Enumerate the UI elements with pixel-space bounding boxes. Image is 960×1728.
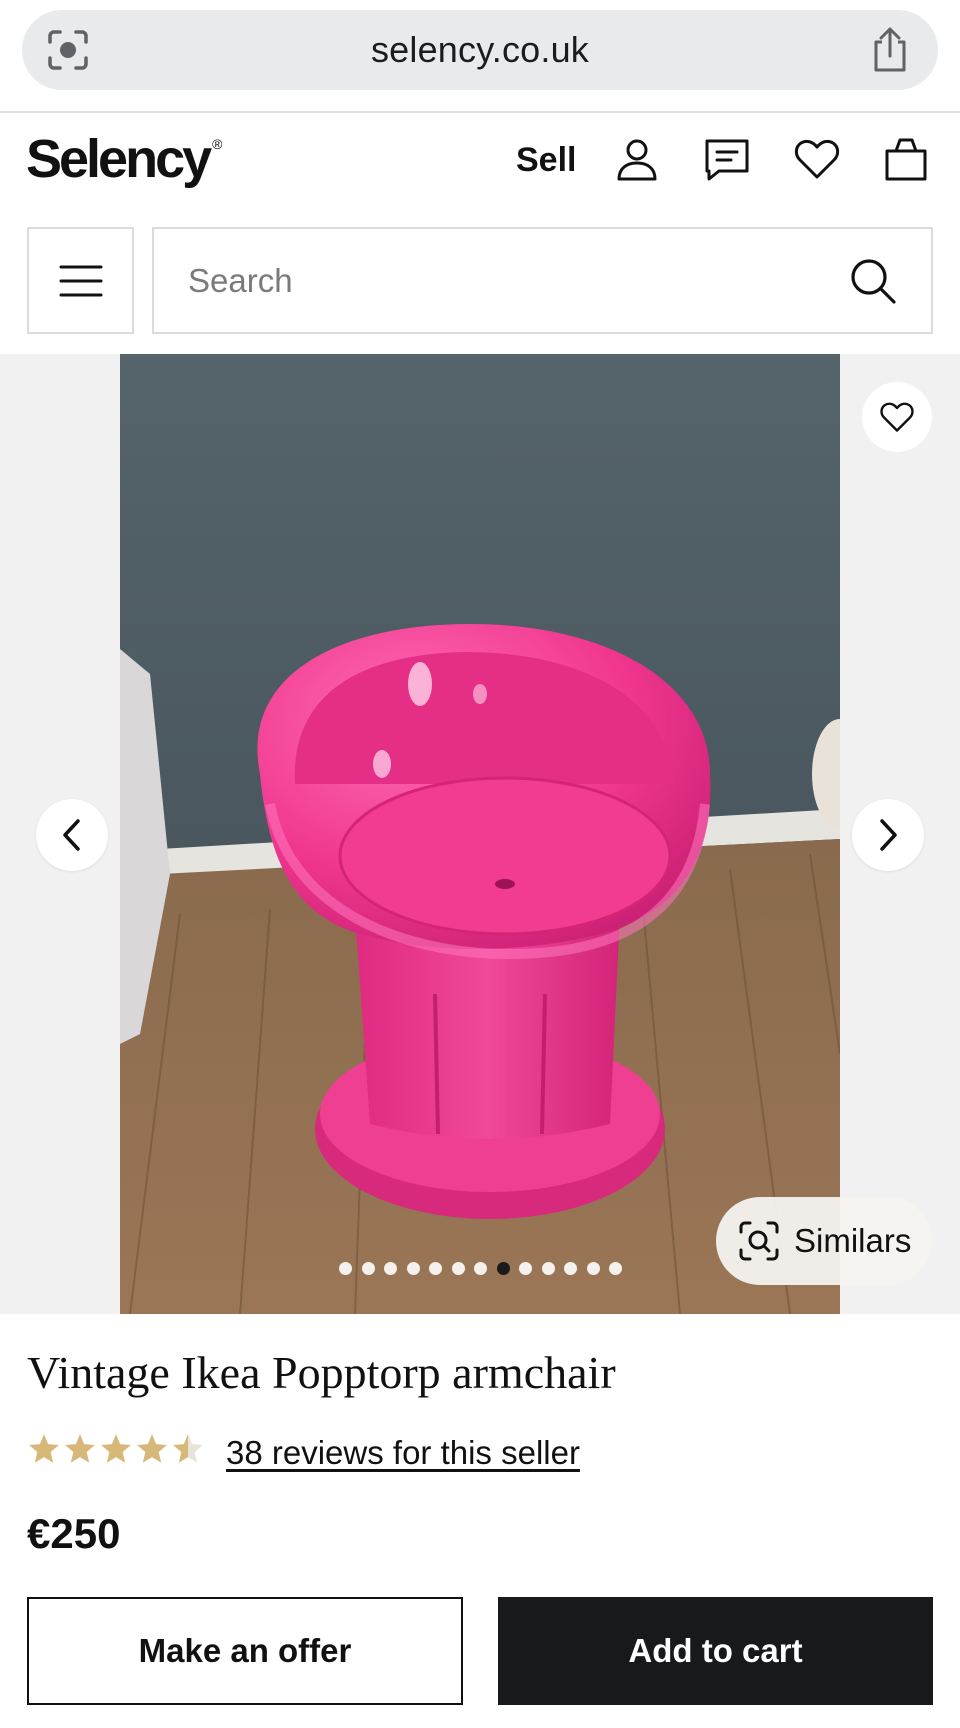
similars-button[interactable]: Similars [716, 1197, 932, 1285]
pagination-dot[interactable] [474, 1262, 487, 1275]
menu-button[interactable] [27, 227, 134, 334]
logo-text: Selency [26, 129, 212, 189]
product-gallery[interactable]: Similars [0, 354, 960, 1314]
product-title: Vintage Ikea Popptorp armchair [27, 1347, 616, 1398]
chevron-left-icon [63, 819, 80, 851]
visual-search-icon[interactable] [46, 28, 90, 72]
visual-search-icon [739, 1221, 779, 1261]
star-icon [29, 1434, 59, 1463]
share-icon[interactable] [868, 26, 912, 74]
header-divider [0, 111, 960, 113]
pagination-dot[interactable] [451, 1262, 465, 1275]
pagination-dot[interactable] [541, 1262, 555, 1275]
pagination-dot[interactable] [361, 1262, 375, 1275]
browser-url-bar[interactable]: selency.co.uk [22, 10, 938, 90]
star-icon [65, 1434, 95, 1463]
make-offer-button[interactable]: Make an offer [27, 1597, 463, 1705]
chevron-right-icon [880, 819, 897, 851]
product-price: €250 [27, 1510, 121, 1557]
seller-rating-stars [27, 1432, 205, 1466]
site-logo[interactable]: Selency ® [26, 128, 222, 190]
star-icon [137, 1434, 167, 1463]
search-box[interactable] [152, 227, 933, 334]
hamburger-icon [59, 265, 102, 296]
gallery-pagination[interactable] [339, 1262, 622, 1275]
add-to-cart-button[interactable]: Add to cart [498, 1597, 933, 1705]
pagination-dot[interactable] [564, 1262, 577, 1275]
pagination-dot[interactable] [429, 1262, 442, 1275]
pagination-dot[interactable] [586, 1262, 600, 1275]
registered-mark: ® [212, 136, 223, 152]
sell-link[interactable]: Sell [516, 141, 576, 180]
favorites-icon[interactable] [793, 135, 841, 183]
previous-image-button[interactable] [36, 799, 108, 871]
star-icon [173, 1434, 203, 1463]
pagination-dot[interactable] [339, 1262, 352, 1275]
product-photo[interactable] [120, 354, 840, 1314]
star-icon [101, 1434, 131, 1463]
heart-icon [880, 402, 914, 432]
pagination-dot[interactable] [609, 1262, 622, 1275]
next-image-button[interactable] [852, 799, 924, 871]
pagination-dot[interactable] [384, 1262, 397, 1275]
pagination-dot-active[interactable] [496, 1262, 510, 1275]
save-favorite-button[interactable] [862, 382, 932, 452]
url-text[interactable]: selency.co.uk [371, 29, 589, 71]
search-icon[interactable] [849, 257, 897, 305]
seller-reviews-link[interactable]: 38 reviews for this seller [226, 1434, 580, 1472]
cart-icon[interactable] [882, 135, 930, 183]
pagination-dot[interactable] [406, 1262, 420, 1275]
account-icon[interactable] [613, 135, 661, 183]
messages-icon[interactable] [703, 135, 751, 183]
similars-label: Similars [794, 1222, 912, 1259]
pagination-dot[interactable] [519, 1262, 532, 1275]
search-input[interactable] [188, 255, 808, 307]
